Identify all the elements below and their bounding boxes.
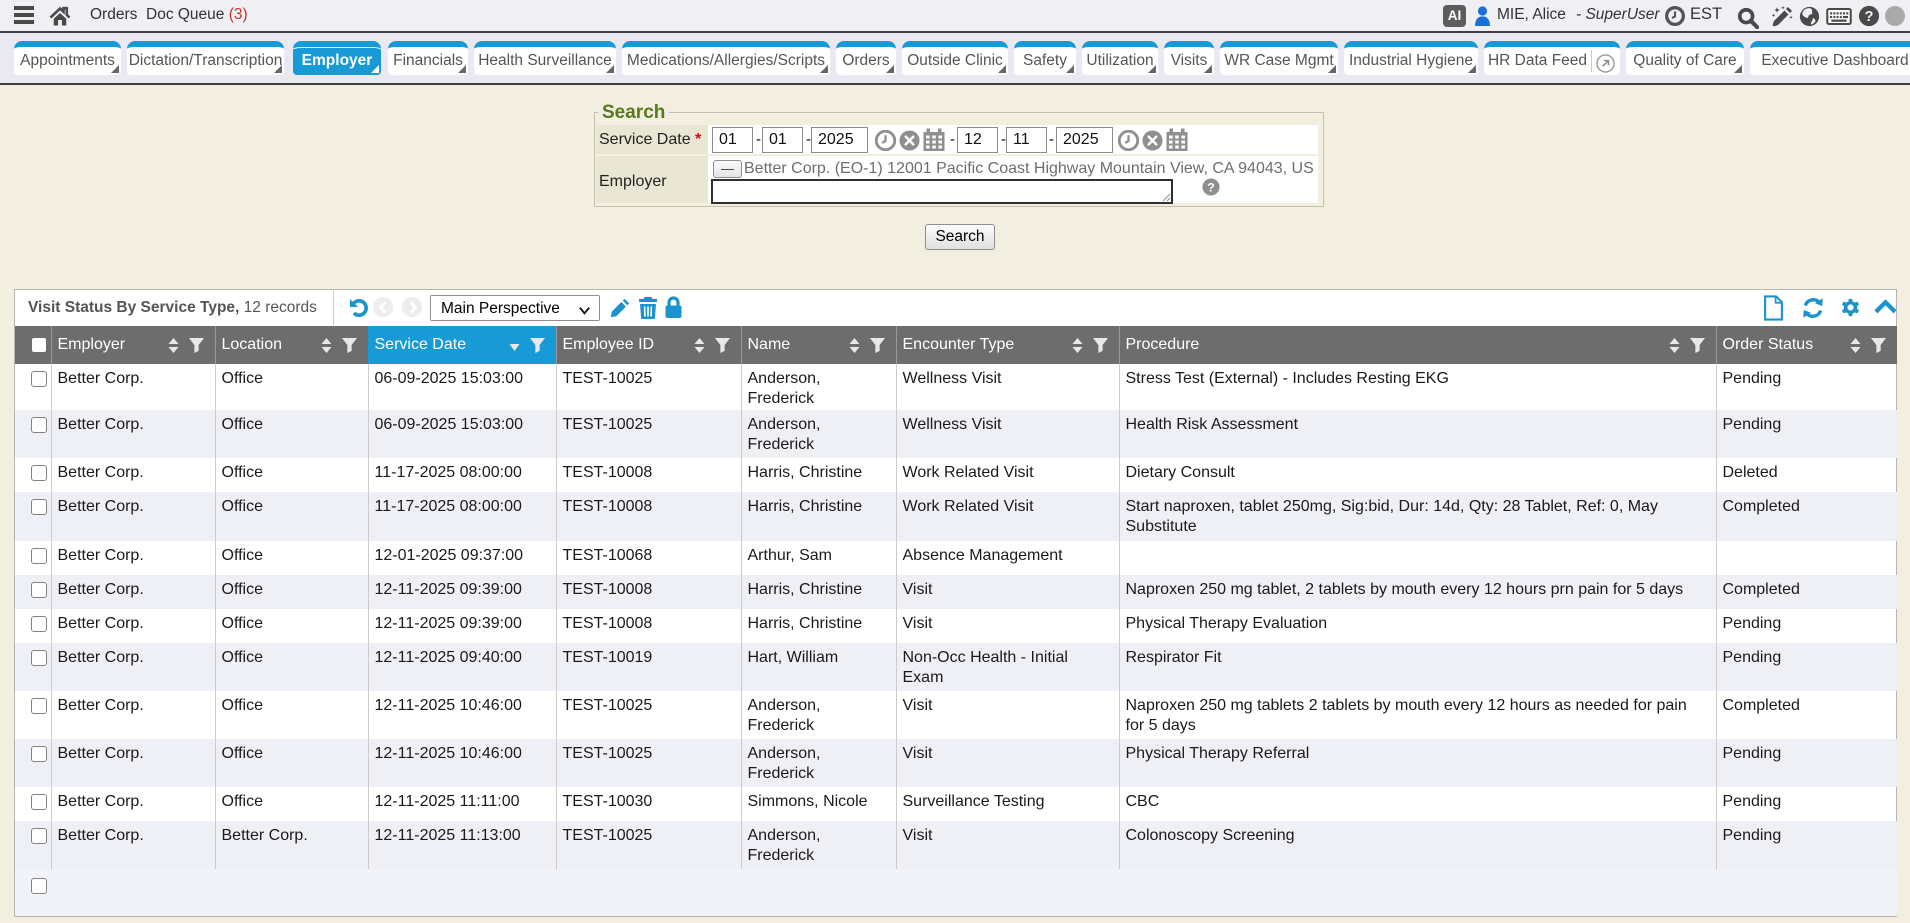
svg-text:?: ? bbox=[1207, 180, 1214, 194]
svg-text:?: ? bbox=[1865, 9, 1874, 25]
